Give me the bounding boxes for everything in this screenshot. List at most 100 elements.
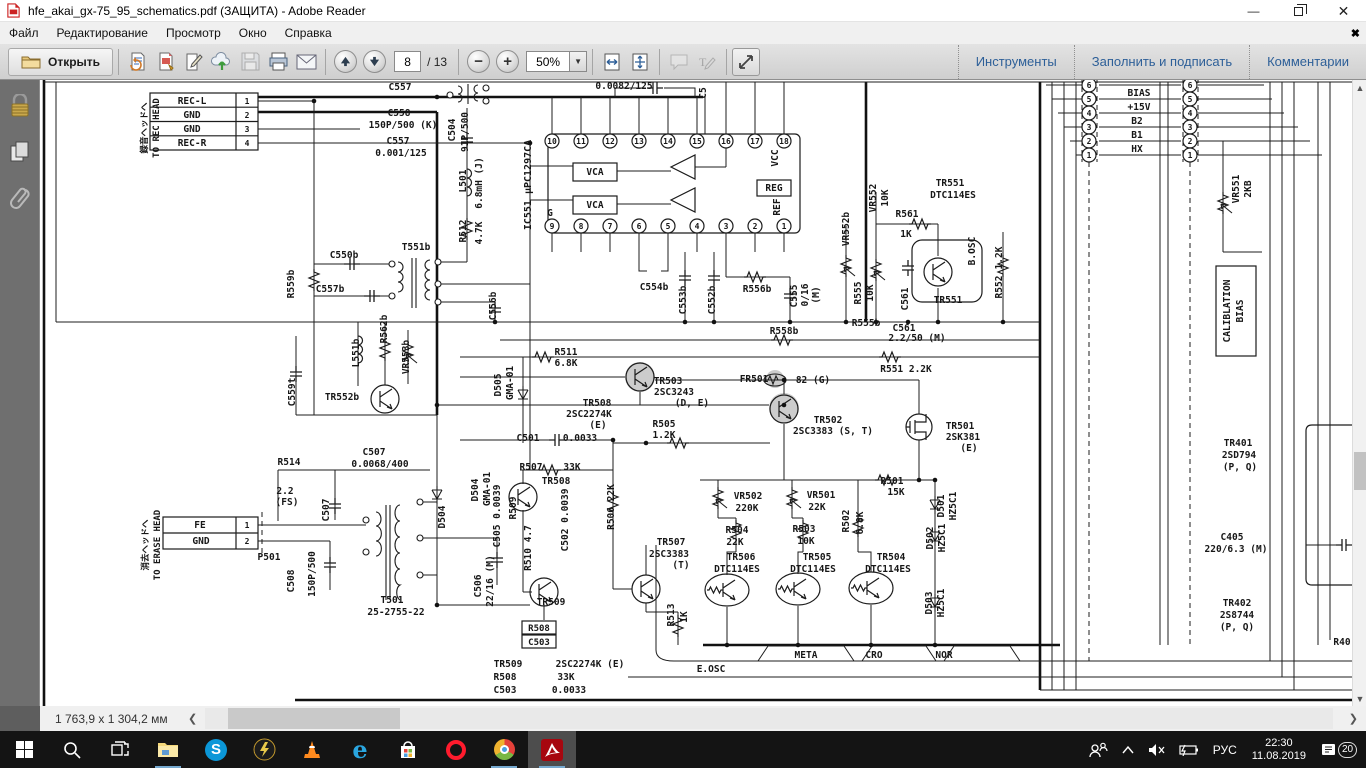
security-lock-icon[interactable]	[9, 94, 31, 118]
taskbar-microsoft-store[interactable]	[384, 731, 432, 768]
taskbar-daemon-tools[interactable]	[240, 731, 288, 768]
people-icon[interactable]	[1083, 731, 1113, 768]
screen: hfe_akai_gx-75_95_schematics.pdf (ЗАЩИТА…	[0, 0, 1366, 768]
comment-bubble-button[interactable]	[665, 48, 693, 76]
svg-text:5: 5	[1087, 95, 1092, 104]
svg-text:R510 4.7: R510 4.7	[523, 525, 534, 571]
volume-muted-icon[interactable]	[1143, 731, 1170, 768]
svg-text:TR502: TR502	[814, 415, 843, 426]
taskbar-file-explorer[interactable]	[144, 731, 192, 768]
battery-icon[interactable]	[1174, 731, 1204, 768]
menu-window[interactable]: Окно	[230, 22, 276, 44]
zoom-control[interactable]: 50% ▼	[526, 51, 587, 72]
svg-text:T551b: T551b	[402, 242, 431, 253]
horizontal-scrollbar[interactable]	[205, 708, 1333, 729]
comments-button[interactable]: Комментарии	[1250, 44, 1366, 80]
horizontal-scrollbar-thumb[interactable]	[228, 708, 400, 729]
svg-text:4: 4	[245, 139, 250, 148]
page-thumbnails-icon[interactable]	[9, 140, 31, 164]
menu-help[interactable]: Справка	[276, 22, 341, 44]
svg-text:C507: C507	[363, 447, 386, 458]
schematic-labels: REC-LGNDGNDREC-R1234録音ヘッドへTO REC HEADC55…	[139, 81, 1351, 696]
task-view-icon[interactable]	[96, 731, 144, 768]
taskbar-vlc[interactable]	[288, 731, 336, 768]
pdf-app-icon	[6, 3, 21, 18]
close-button[interactable]: ✕	[1321, 0, 1366, 22]
menu-view[interactable]: Просмотр	[157, 22, 230, 44]
fit-page-button[interactable]	[626, 48, 654, 76]
svg-text:R504: R504	[726, 525, 749, 536]
menu-edit[interactable]: Редактирование	[48, 22, 157, 44]
svg-text:TR503: TR503	[654, 376, 683, 387]
fill-sign-button[interactable]: Заполнить и подписать	[1075, 44, 1249, 80]
svg-text:3: 3	[724, 222, 729, 231]
svg-text:3: 3	[1087, 123, 1092, 132]
fullscreen-button[interactable]	[732, 48, 760, 76]
svg-text:2: 2	[1188, 137, 1193, 146]
svg-text:C507: C507	[321, 499, 332, 522]
zoom-out-button[interactable]: −	[467, 50, 490, 73]
svg-text:D501: D501	[936, 494, 947, 517]
svg-text:22/16 (M): 22/16 (M)	[485, 555, 496, 606]
language-indicator[interactable]: РУС	[1208, 731, 1242, 768]
zoom-in-button[interactable]: +	[496, 50, 519, 73]
open-button[interactable]: Открыть	[8, 48, 113, 76]
svg-text:(E): (E)	[960, 443, 977, 454]
minimize-button[interactable]: —	[1231, 0, 1276, 22]
svg-text:82 (G): 82 (G)	[796, 375, 830, 386]
taskbar-opera[interactable]	[432, 731, 480, 768]
print-button[interactable]	[264, 48, 292, 76]
zoom-value[interactable]: 50%	[526, 51, 570, 72]
scroll-down-icon[interactable]: ▼	[1353, 691, 1366, 706]
vertical-scrollbar-thumb[interactable]	[1354, 452, 1366, 490]
sign-pen-button[interactable]	[180, 48, 208, 76]
fit-width-button[interactable]	[598, 48, 626, 76]
chevron-down-icon[interactable]: ▼	[570, 51, 587, 72]
save-button[interactable]	[236, 48, 264, 76]
restore-button[interactable]	[1276, 0, 1321, 22]
export-pdf-button[interactable]	[152, 48, 180, 76]
svg-text:C557: C557	[389, 82, 412, 93]
svg-text:33K: 33K	[557, 672, 574, 683]
document-size-label: 1 763,9 x 1 304,2 мм	[55, 706, 168, 731]
svg-text:R562b: R562b	[379, 314, 390, 343]
svg-text:消去ヘッドへ: 消去ヘッドへ	[140, 519, 151, 571]
previous-page-button[interactable]	[334, 50, 357, 73]
start-button[interactable]	[0, 731, 48, 768]
svg-text:TR504: TR504	[877, 552, 906, 563]
vertical-scrollbar[interactable]: ▲ ▼	[1352, 80, 1366, 706]
svg-text:1K: 1K	[679, 611, 690, 623]
tray-chevron-up-icon[interactable]	[1117, 731, 1139, 768]
search-icon[interactable]	[48, 731, 96, 768]
tools-button[interactable]: Инструменты	[959, 44, 1074, 80]
svg-text:R508: R508	[494, 672, 517, 683]
pdf-document[interactable]: 101112131415161718987654321654321654321 …	[41, 80, 1352, 706]
svg-text:C556b: C556b	[488, 291, 499, 320]
page-number-input[interactable]	[394, 51, 421, 72]
svg-text:C508: C508	[286, 569, 297, 592]
taskbar-chrome[interactable]	[480, 731, 528, 768]
svg-text:6: 6	[1087, 81, 1092, 90]
menu-file[interactable]: Файл	[0, 22, 48, 44]
convert-pdf-button[interactable]	[124, 48, 152, 76]
svg-text:33K: 33K	[563, 462, 580, 473]
scroll-right-icon[interactable]: ❯	[1349, 706, 1358, 731]
close-document-icon[interactable]: ✖	[1351, 22, 1360, 44]
attachments-paperclip-icon[interactable]	[10, 186, 30, 212]
separator	[726, 49, 727, 75]
email-button[interactable]	[292, 48, 320, 76]
scroll-left-icon[interactable]: ❮	[188, 706, 197, 731]
svg-text:2SC3243: 2SC3243	[654, 387, 694, 398]
text-annotation-button[interactable]: T	[693, 48, 721, 76]
taskbar-adobe-reader[interactable]	[528, 731, 576, 768]
taskbar-skype[interactable]: S	[192, 731, 240, 768]
upload-cloud-button[interactable]	[208, 48, 236, 76]
next-page-button[interactable]	[363, 50, 386, 73]
notification-center-icon[interactable]: 20	[1316, 731, 1362, 768]
taskbar-edge[interactable]: e	[336, 731, 384, 768]
scroll-up-icon[interactable]: ▲	[1353, 80, 1366, 95]
clock[interactable]: 22:30 11.08.2019	[1246, 737, 1312, 763]
svg-text:1: 1	[1087, 151, 1092, 160]
svg-text:C558: C558	[388, 108, 411, 119]
svg-text:1.2K: 1.2K	[653, 430, 676, 441]
